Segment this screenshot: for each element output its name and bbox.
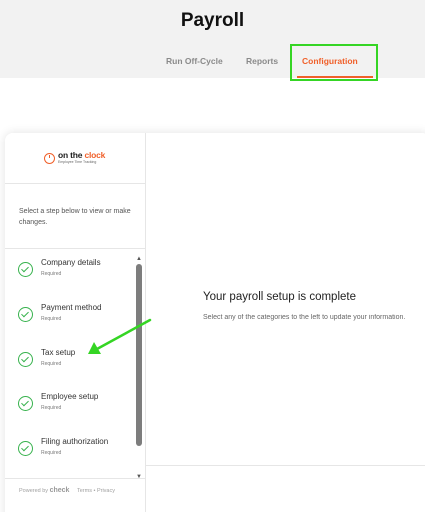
- step-label: Tax setup: [41, 348, 76, 357]
- step-company-details[interactable]: Company details Required: [18, 256, 128, 286]
- step-label: Filing authorization: [41, 437, 109, 446]
- step-status: Required: [41, 361, 62, 367]
- step-payment-method[interactable]: Payment method Required: [18, 301, 128, 331]
- step-tax-setup[interactable]: Tax setup Required: [18, 346, 128, 376]
- check-circle-icon: [18, 262, 33, 277]
- clock-icon: [44, 153, 55, 164]
- tab-run-off-cycle[interactable]: Run Off-Cycle: [166, 56, 223, 66]
- page-title: Payroll: [180, 10, 245, 31]
- scroll-down-arrow-icon[interactable]: ▼: [136, 474, 142, 480]
- powered-by-text: Powered by: [19, 488, 49, 494]
- divider: [5, 478, 146, 479]
- step-status: Required: [41, 271, 62, 277]
- check-circle-icon: [18, 352, 33, 367]
- step-label: Company details: [41, 258, 101, 267]
- step-status: Required: [41, 450, 62, 456]
- check-brand: check: [49, 487, 70, 494]
- logo-text: on the: [58, 150, 85, 160]
- logo-tagline: Employee Time Tracking: [58, 160, 97, 164]
- check-circle-icon: [18, 396, 33, 411]
- check-circle-icon: [18, 307, 33, 322]
- check-circle-icon: [18, 441, 33, 456]
- scroll-up-arrow-icon[interactable]: ▲: [136, 256, 142, 262]
- sidebar-footer: Powered by check Terms • Privacy: [19, 487, 115, 494]
- setup-complete-title: Your payroll setup is complete: [203, 291, 356, 303]
- tab-reports[interactable]: Reports: [246, 56, 278, 66]
- setup-complete-text: Select any of the categories to the left…: [203, 314, 406, 321]
- sidebar-instructions: Select a step below to view or make chan…: [19, 208, 131, 226]
- divider: [5, 183, 146, 184]
- step-label: Payment method: [41, 303, 102, 312]
- footer-separator: •: [93, 488, 96, 494]
- step-employee-setup[interactable]: Employee setup Required: [18, 390, 128, 420]
- privacy-link[interactable]: Privacy: [97, 488, 115, 494]
- logo-accent-text: clock: [84, 150, 106, 160]
- terms-link[interactable]: Terms: [77, 488, 92, 494]
- step-filing-authorization[interactable]: Filing authorization Required: [18, 435, 128, 465]
- scrollbar-thumb[interactable]: [136, 264, 142, 446]
- step-label: Employee setup: [41, 392, 99, 401]
- highlight-box: [290, 44, 378, 81]
- logo: on the clock Employee Time Tracking: [44, 151, 105, 167]
- step-status: Required: [41, 316, 62, 322]
- divider: [146, 465, 425, 466]
- step-status: Required: [41, 405, 62, 411]
- divider: [5, 248, 146, 249]
